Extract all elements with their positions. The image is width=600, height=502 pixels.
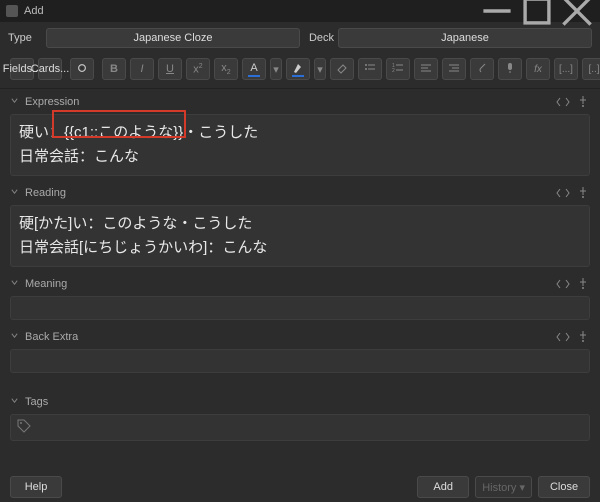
text-color-icon: A — [248, 62, 260, 77]
close-button[interactable]: Close — [538, 476, 590, 498]
align-icon — [420, 62, 432, 77]
equation-button[interactable]: fx — [526, 58, 550, 80]
field-label: Reading — [25, 187, 66, 199]
editor-toolbar: Fields... Cards... B I U x2 x2 A ▾ ▾ 12 … — [0, 54, 600, 89]
tags-label: Tags — [25, 396, 48, 408]
field-input-meaning[interactable] — [10, 296, 590, 320]
chevron-down-icon[interactable] — [10, 187, 19, 199]
title-bar: Add — [0, 0, 600, 22]
indent-icon — [448, 62, 460, 77]
window-title: Add — [24, 5, 474, 17]
microphone-icon — [504, 62, 516, 77]
field-meaning: Meaning — [10, 275, 590, 320]
attachment-button[interactable] — [470, 58, 494, 80]
field-label: Back Extra — [25, 331, 78, 343]
highlight-icon — [292, 62, 304, 77]
svg-text:2: 2 — [392, 68, 395, 74]
field-input-back-extra[interactable] — [10, 349, 590, 373]
highlight-color-button[interactable] — [286, 58, 310, 80]
ordered-list-button[interactable]: 12 — [386, 58, 410, 80]
pin-icon[interactable] — [576, 186, 590, 200]
eraser-icon — [336, 62, 348, 77]
underline-button[interactable]: U — [158, 58, 182, 80]
italic-icon: I — [140, 63, 143, 75]
app-icon — [6, 5, 18, 17]
html-toggle-icon[interactable] — [556, 277, 570, 291]
chevron-down-icon: ▾ — [317, 63, 323, 76]
chevron-down-icon[interactable] — [10, 278, 19, 290]
paperclip-icon — [476, 62, 488, 77]
underline-icon: U — [166, 63, 174, 75]
deck-label: Deck — [304, 32, 334, 44]
text-color-dropdown[interactable]: ▾ — [270, 58, 282, 80]
bold-button[interactable]: B — [102, 58, 126, 80]
record-audio-button[interactable] — [498, 58, 522, 80]
clear-format-button[interactable] — [330, 58, 354, 80]
history-button[interactable]: History ▾ — [475, 476, 532, 498]
indent-button[interactable] — [442, 58, 466, 80]
add-button[interactable]: Add — [417, 476, 469, 498]
fx-icon: fx — [534, 64, 542, 75]
bold-icon: B — [110, 63, 118, 75]
list-ol-icon: 12 — [392, 62, 404, 77]
fields-area: Expression 硬い：{{c1::このような}}・こうした 日常会話：こん… — [0, 89, 600, 469]
field-label: Meaning — [25, 278, 67, 290]
subscript-button[interactable]: x2 — [214, 58, 238, 80]
pin-icon[interactable] — [576, 330, 590, 344]
tags-section: Tags — [10, 393, 590, 441]
chevron-down-icon[interactable] — [10, 331, 19, 343]
tag-icon — [17, 419, 31, 436]
superscript-icon: x2 — [193, 63, 202, 76]
maximize-button[interactable] — [520, 1, 554, 21]
cloze-same-icon: [..] — [588, 64, 599, 75]
cards-button[interactable]: Cards... — [38, 58, 62, 80]
subscript-icon: x2 — [221, 62, 230, 76]
html-toggle-icon[interactable] — [556, 95, 570, 109]
html-toggle-icon[interactable] — [556, 330, 570, 344]
cloze-button[interactable]: [...] — [554, 58, 578, 80]
close-window-button[interactable] — [560, 1, 594, 21]
note-type-selector[interactable]: Japanese Cloze — [46, 28, 300, 48]
text-color-button[interactable]: A — [242, 58, 266, 80]
pin-icon[interactable] — [576, 277, 590, 291]
cloze-same-button[interactable]: [..] — [582, 58, 600, 80]
gear-icon — [76, 62, 88, 77]
field-input-expression[interactable]: 硬い：{{c1::このような}}・こうした 日常会話：こんな — [10, 114, 590, 176]
tags-input[interactable] — [10, 414, 590, 441]
pin-icon[interactable] — [576, 95, 590, 109]
field-reading: Reading 硬[かた]い：このような・こうした 日常会話[にちじょうかいわ]… — [10, 184, 590, 267]
deck-selector[interactable]: Japanese — [338, 28, 592, 48]
chevron-down-icon[interactable] — [10, 96, 19, 108]
html-toggle-icon[interactable] — [556, 186, 570, 200]
cloze-icon: [...] — [559, 64, 573, 75]
highlight-color-dropdown[interactable]: ▾ — [314, 58, 326, 80]
minimize-button[interactable] — [480, 1, 514, 21]
bottom-bar: Help Add History ▾ Close — [0, 472, 600, 502]
help-button[interactable]: Help — [10, 476, 62, 498]
alignment-button[interactable] — [414, 58, 438, 80]
field-expression: Expression 硬い：{{c1::このような}}・こうした 日常会話：こん… — [10, 93, 590, 176]
field-label: Expression — [25, 96, 79, 108]
superscript-button[interactable]: x2 — [186, 58, 210, 80]
unordered-list-button[interactable] — [358, 58, 382, 80]
settings-button[interactable] — [70, 58, 94, 80]
italic-button[interactable]: I — [130, 58, 154, 80]
chevron-down-icon: ▾ — [273, 63, 279, 76]
chevron-down-icon[interactable] — [10, 396, 19, 408]
type-label: Type — [8, 32, 42, 44]
list-ul-icon — [364, 62, 376, 77]
field-back-extra: Back Extra — [10, 328, 590, 373]
field-input-reading[interactable]: 硬[かた]い：このような・こうした 日常会話[にちじょうかいわ]：こんな — [10, 205, 590, 267]
